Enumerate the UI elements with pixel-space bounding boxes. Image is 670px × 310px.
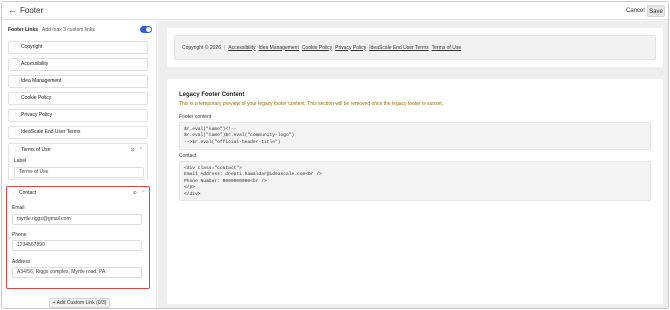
footer-links-panel: Footer Links Add max 3 custom links ⋮⋮ C… xyxy=(2,21,157,308)
chevron-up-icon[interactable]: ⌃ xyxy=(139,144,143,157)
drag-handle-icon[interactable]: ⋮⋮ xyxy=(13,144,22,157)
preview-copyright: Copyright © 2026 xyxy=(182,44,221,51)
link-item-contact: ⋮⋮ Contact ⊘ ⌃ Email myrtle.riggs@gmail.… xyxy=(6,186,150,289)
link-item-label: Cookie Policy xyxy=(21,95,52,101)
drag-handle-icon[interactable]: ⋮⋮ xyxy=(13,93,22,104)
add-custom-link-button[interactable]: + Add Custom Link (0/3) xyxy=(49,298,110,308)
preview-separator: | xyxy=(223,44,226,51)
drag-handle-icon[interactable]: ⋮⋮ xyxy=(13,42,22,53)
eye-off-icon[interactable]: ⊘ xyxy=(133,187,137,200)
contact-phone-input[interactable]: 1234567890 xyxy=(12,240,142,251)
link-item-label: Idea Management xyxy=(21,78,62,84)
contact-address-input[interactable]: A34/56, Riggs complex, Myrtle road, PA. xyxy=(12,267,142,278)
save-button[interactable]: Save xyxy=(647,5,665,17)
legacy-footer-note: This is a temporary preview of your lega… xyxy=(179,101,444,107)
footer-links-subtitle: Add max 3 custom links xyxy=(42,27,95,33)
footer-content-label: Footer content xyxy=(179,114,212,120)
preview-link-end-user-terms[interactable]: IdeaScale End User Terms xyxy=(369,45,428,51)
top-bar: ← Footer Cancel Save xyxy=(2,2,668,20)
preview-link-privacy-policy[interactable]: Privacy Policy xyxy=(335,45,366,51)
link-item-label: IdeaScale End User Terms xyxy=(21,129,81,135)
eye-off-icon[interactable]: ⊘ xyxy=(131,144,135,157)
contact-email-caption: Email xyxy=(12,205,25,211)
preview-panel: Copyright © 2026 | Accessibility Idea Ma… xyxy=(158,21,668,308)
contact-title: Contact xyxy=(19,190,37,196)
footer-content-code: $r.eval("name")<!-- $r.eval("name")$r.ev… xyxy=(179,122,651,150)
link-item-label: Accessibility xyxy=(21,61,49,67)
footer-links-toggle[interactable] xyxy=(140,26,152,33)
back-button[interactable]: ← Footer xyxy=(8,5,44,16)
drag-handle-icon[interactable]: ⋮⋮ xyxy=(13,110,22,121)
link-item-idea-management[interactable]: ⋮⋮ Idea Management xyxy=(8,75,148,88)
footer-preview-card: Copyright © 2026 | Accessibility Idea Ma… xyxy=(167,28,663,67)
arrow-left-icon: ← xyxy=(8,5,17,15)
link-item-privacy-policy[interactable]: ⋮⋮ Privacy Policy xyxy=(8,109,148,122)
contact-header[interactable]: ⋮⋮ Contact ⊘ ⌃ xyxy=(7,187,149,200)
contact-address-caption: Address xyxy=(12,259,31,265)
contact-code-label: Contact xyxy=(179,153,197,159)
footer-links-header: Footer Links Add max 3 custom links xyxy=(8,27,95,33)
preview-link-idea-management[interactable]: Idea Management xyxy=(259,45,299,51)
page-title: Footer xyxy=(20,6,44,15)
drag-handle-icon[interactable]: ⋮⋮ xyxy=(11,187,20,200)
footer-links-title: Footer Links xyxy=(8,27,39,33)
link-item-cookie-policy[interactable]: ⋮⋮ Cookie Policy xyxy=(8,92,148,105)
drag-handle-icon[interactable]: ⋮⋮ xyxy=(13,59,22,70)
preview-link-cookie-policy[interactable]: Cookie Policy xyxy=(302,45,332,51)
link-item-end-user-terms[interactable]: ⋮⋮ IdeaScale End User Terms xyxy=(8,126,148,139)
link-item-accessibility[interactable]: ⋮⋮ Accessibility xyxy=(8,58,148,71)
terms-title: Terms of Use xyxy=(21,147,51,153)
drag-handle-icon[interactable]: ⋮⋮ xyxy=(13,127,22,138)
app-frame: ← Footer Cancel Save Footer Links Add ma… xyxy=(1,1,669,309)
drag-handle-icon[interactable]: ⋮⋮ xyxy=(13,76,22,87)
link-item-terms-of-use: ⋮⋮ Terms of Use ⊘ ⌃ Label Terms of Use xyxy=(8,143,148,180)
contact-email-input[interactable]: myrtle.riggs@gmail.com xyxy=(12,214,142,225)
terms-header[interactable]: ⋮⋮ Terms of Use ⊘ ⌃ xyxy=(9,144,147,157)
terms-label-caption: Label xyxy=(14,158,27,164)
preview-link-terms-of-use[interactable]: Terms of Use xyxy=(432,45,461,51)
link-item-copyright[interactable]: ⋮⋮ Copyright xyxy=(8,41,148,54)
cancel-button[interactable]: Cancel xyxy=(622,6,649,17)
preview-link-accessibility[interactable]: Accessibility xyxy=(228,45,255,51)
chevron-up-icon[interactable]: ⌃ xyxy=(141,187,145,200)
legacy-footer-title: Legacy Footer Content xyxy=(179,92,245,98)
link-item-label: Privacy Policy xyxy=(21,112,53,118)
link-item-label: Copyright xyxy=(21,44,43,50)
legacy-footer-card: Legacy Footer Content This is a temporar… xyxy=(167,79,663,304)
footer-preview-bar: Copyright © 2026 | Accessibility Idea Ma… xyxy=(174,35,656,60)
contact-code: <div class="contact"> Email Address: dee… xyxy=(179,161,651,201)
terms-label-input[interactable]: Terms of Use xyxy=(14,167,144,178)
contact-phone-caption: Phone xyxy=(12,232,27,238)
